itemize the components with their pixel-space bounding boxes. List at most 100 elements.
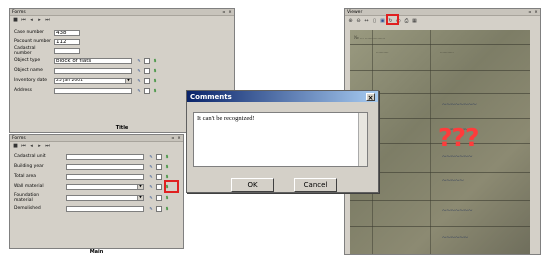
object-name-input[interactable] — [54, 67, 132, 74]
confirm-icon[interactable]: $ — [152, 78, 158, 84]
field-row: Building year ✎ $ — [14, 163, 170, 170]
cadastral-unit-input[interactable] — [66, 153, 144, 160]
field-label: Wall material — [14, 184, 44, 189]
viewer-titlebar: Viewer ▫ × — [345, 9, 540, 16]
checkbox[interactable] — [144, 77, 150, 84]
checkbox[interactable] — [156, 163, 162, 170]
checkbox[interactable] — [156, 194, 162, 201]
field-row: Pocount number 112 — [14, 38, 80, 45]
address-input[interactable] — [54, 87, 132, 94]
bottom-form-titlebar: Forms ▫ × — [10, 135, 183, 142]
next-record-icon[interactable]: ▸ — [37, 143, 42, 149]
viewer-comment-highlight[interactable] — [386, 14, 399, 25]
confirm-icon[interactable]: $ — [164, 174, 170, 180]
minimize-icon[interactable]: ▫ — [171, 136, 175, 140]
field-row: Object type block of flats ✎ $ — [14, 57, 158, 64]
cadastral-number-input[interactable] — [54, 47, 80, 54]
field-row: Foundation material ▼ ✎ $ — [14, 193, 170, 203]
field-row: Wall material ▼ ✎ $ — [14, 183, 170, 190]
edit-icon[interactable]: ✎ — [148, 206, 154, 212]
field-row: Cadastral number — [14, 46, 80, 56]
viewer-title: Viewer — [347, 9, 363, 15]
edit-icon[interactable]: ✎ — [148, 184, 154, 190]
print-icon[interactable]: ⎙ — [404, 18, 409, 24]
last-record-icon[interactable]: ⏭ — [45, 143, 50, 149]
confirm-icon[interactable]: $ — [164, 206, 170, 212]
object-type-input[interactable]: block of flats — [54, 57, 132, 64]
confirm-icon[interactable]: $ — [152, 88, 158, 94]
cancel-button[interactable]: Cancel — [294, 178, 337, 192]
grid-icon[interactable]: ▦ — [412, 18, 417, 24]
close-icon[interactable]: × — [534, 10, 538, 14]
save-icon[interactable]: ■ — [13, 17, 18, 23]
last-record-icon[interactable]: ⏭ — [45, 17, 50, 23]
next-record-icon[interactable]: ▸ — [37, 17, 42, 23]
edit-icon[interactable]: ✎ — [136, 68, 142, 74]
page-icon[interactable]: ▯ — [372, 18, 377, 24]
save-icon[interactable]: ■ — [13, 143, 18, 149]
close-icon[interactable]: × — [177, 136, 181, 140]
edit-icon[interactable]: ✎ — [136, 58, 142, 64]
zoom-in-icon[interactable]: ⊕ — [348, 18, 353, 24]
first-record-icon[interactable]: ⏮ — [21, 17, 26, 23]
checkbox[interactable] — [144, 87, 150, 94]
edit-icon[interactable]: ✎ — [136, 88, 142, 94]
foundation-material-select[interactable]: ▼ — [66, 194, 144, 201]
field-row: Inventory date 25 Jan 2001 ▼ ✎ $ — [14, 77, 158, 84]
scrollbar[interactable] — [358, 113, 367, 166]
checkbox[interactable] — [156, 173, 162, 180]
case-number-input[interactable]: 438 — [54, 29, 80, 36]
prev-record-icon[interactable]: ◂ — [29, 17, 34, 23]
field-label: Object name — [14, 68, 43, 73]
edit-icon[interactable]: ✎ — [148, 174, 154, 180]
wall-material-select[interactable]: ▼ — [66, 183, 144, 190]
checkbox[interactable] — [144, 67, 150, 74]
field-row: Demolished ✎ $ — [14, 205, 170, 212]
fit-icon[interactable]: ↔ — [364, 18, 369, 24]
field-row: Case number 438 — [14, 29, 80, 36]
confirm-icon[interactable]: $ — [152, 68, 158, 74]
first-record-icon[interactable]: ⏮ — [21, 143, 26, 149]
inventory-date-select[interactable]: 25 Jan 2001 ▼ — [54, 77, 132, 84]
zoom-out-icon[interactable]: ⊖ — [356, 18, 361, 24]
demolished-input[interactable] — [66, 205, 144, 212]
confirm-icon[interactable]: $ — [164, 164, 170, 170]
ok-button[interactable]: OK — [231, 178, 274, 192]
top-form-titlebar: Forms ▫ × — [10, 9, 234, 16]
field-label: Object type — [14, 58, 41, 63]
prev-record-icon[interactable]: ◂ — [29, 143, 34, 149]
minimize-icon[interactable]: ▫ — [528, 10, 532, 14]
chevron-down-icon[interactable]: ▼ — [125, 78, 131, 83]
confirm-icon[interactable]: $ — [152, 58, 158, 64]
pocount-number-input[interactable]: 112 — [54, 38, 80, 45]
field-label: Case number — [14, 30, 45, 35]
edit-icon[interactable]: ✎ — [148, 154, 154, 160]
field-label: Total area — [14, 174, 36, 179]
checkbox[interactable] — [156, 205, 162, 212]
checkbox[interactable] — [144, 57, 150, 64]
field-row: Object name ✎ $ — [14, 67, 158, 74]
inventory-date-value: 25 Jan 2001 — [56, 78, 83, 83]
field-label: Building year — [14, 164, 44, 169]
checkbox[interactable] — [156, 153, 162, 160]
tab-main[interactable]: Main — [90, 249, 104, 255]
tab-title[interactable]: Title — [116, 125, 129, 131]
unrecognized-overlay: ??? — [438, 123, 480, 152]
field-label: Address — [14, 88, 32, 93]
confirm-icon[interactable]: $ — [164, 195, 170, 201]
total-area-input[interactable] — [66, 173, 144, 180]
minimize-icon[interactable]: ▫ — [222, 10, 226, 14]
comment-textarea[interactable]: It can't be recognized! — [193, 112, 368, 167]
confirm-icon[interactable]: $ — [164, 154, 170, 160]
close-icon[interactable]: × — [366, 92, 375, 102]
edit-icon[interactable]: ✎ — [148, 195, 154, 201]
building-year-input[interactable] — [66, 163, 144, 170]
comment-button-highlight[interactable] — [164, 180, 179, 193]
chevron-down-icon[interactable]: ▼ — [137, 195, 143, 200]
edit-icon[interactable]: ✎ — [136, 78, 142, 84]
comment-icon[interactable]: ▣ — [380, 18, 385, 24]
checkbox[interactable] — [156, 183, 162, 190]
close-icon[interactable]: × — [228, 10, 232, 14]
edit-icon[interactable]: ✎ — [148, 164, 154, 170]
chevron-down-icon[interactable]: ▼ — [137, 184, 143, 189]
